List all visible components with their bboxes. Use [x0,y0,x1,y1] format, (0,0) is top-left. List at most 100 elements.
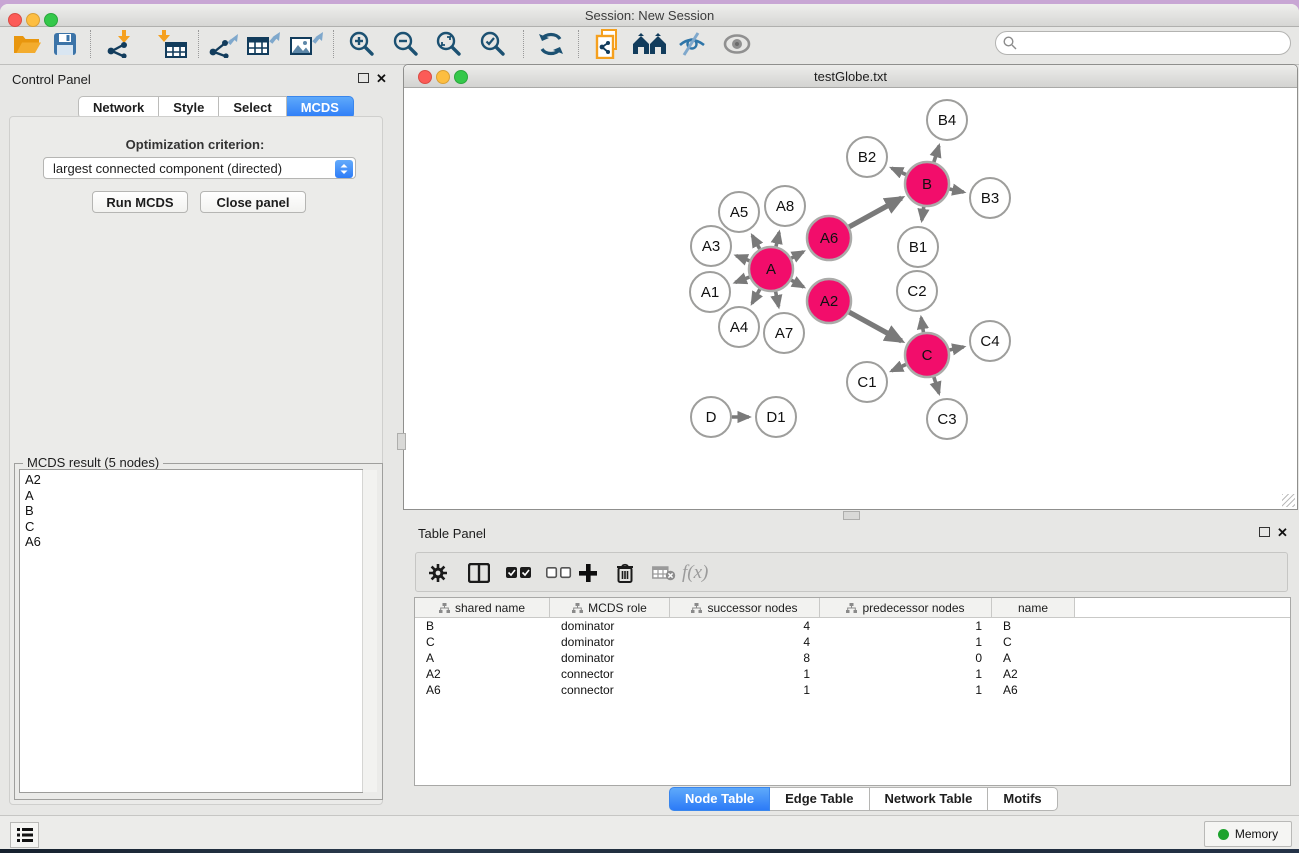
close-panel-button[interactable]: Close panel [200,191,306,213]
node-D[interactable]: D [691,397,731,437]
open-session-icon[interactable] [11,29,43,59]
export-image-icon[interactable] [288,29,326,59]
table-cell[interactable]: A2 [415,666,550,682]
result-item[interactable]: A [25,488,362,504]
edge-A-A4[interactable] [752,289,760,303]
table-cell[interactable]: 0 [820,650,992,666]
node-A7[interactable]: A7 [764,313,804,353]
apply-layout-icon[interactable] [535,29,567,59]
edge-B-B4[interactable] [934,146,939,162]
show-all-icon[interactable] [721,29,753,59]
node-C4[interactable]: C4 [970,321,1010,361]
control-panel-float-icon[interactable] [358,73,369,83]
zoom-out-icon[interactable] [390,29,422,59]
table-cell[interactable]: A2 [992,666,1075,682]
table-cell[interactable]: A6 [992,682,1075,698]
control-panel-close-icon[interactable]: ✕ [376,71,387,87]
node-A1[interactable]: A1 [690,272,730,312]
table-cell[interactable]: 1 [670,682,820,698]
network-window-titlebar[interactable]: testGlobe.txt [404,65,1297,88]
node-A2[interactable]: A2 [807,279,851,323]
table-cell[interactable]: connector [550,666,670,682]
table-cell[interactable]: C [992,634,1075,650]
edge-C-C4[interactable] [949,347,963,350]
criterion-dropdown[interactable]: largest connected component (directed) [43,157,356,179]
node-C2[interactable]: C2 [897,271,937,311]
save-session-icon[interactable] [49,29,81,59]
table-row[interactable]: A2connector11A2 [415,666,1290,682]
add-row-icon[interactable] [579,561,597,585]
node-A8[interactable]: A8 [765,186,805,226]
table-cell[interactable]: dominator [550,650,670,666]
tab-network-table[interactable]: Network Table [870,787,989,811]
node-C[interactable]: C [905,333,949,377]
network-graph-canvas[interactable]: B4B2BB3A8A5A6B1A3AC2A1A2A4A7C4CC1C3DD1 [404,87,1297,508]
table-cell[interactable]: 4 [670,634,820,650]
import-network-icon[interactable] [104,29,140,59]
function-builder-icon[interactable]: f(x) [682,561,708,585]
deselect-all-icon[interactable] [546,561,572,585]
edge-A-A6[interactable] [791,252,803,258]
horizontal-splitter-handle[interactable] [397,433,406,450]
table-cell[interactable]: 1 [820,666,992,682]
node-C1[interactable]: C1 [847,362,887,402]
edge-A-A2[interactable] [791,280,803,287]
edge-A-A1[interactable] [735,277,749,282]
table-cell[interactable]: 8 [670,650,820,666]
mcds-result-list[interactable]: A2ABCA6 [19,469,363,793]
table-cell[interactable]: A6 [415,682,550,698]
node-A[interactable]: A [749,247,793,291]
edge-C-C3[interactable] [934,377,939,393]
node-A4[interactable]: A4 [719,307,759,347]
table-cell[interactable]: C [415,634,550,650]
table-cell[interactable]: dominator [550,634,670,650]
search-input[interactable] [995,31,1291,55]
tab-edge-table[interactable]: Edge Table [770,787,869,811]
zoom-selected-icon[interactable] [477,29,509,59]
table-panel-float-icon[interactable] [1259,527,1270,537]
vertical-splitter-handle[interactable] [843,511,860,520]
result-item[interactable]: C [25,519,362,535]
table-row[interactable]: A6connector11A6 [415,682,1290,698]
node-table-header[interactable]: shared nameMCDS rolesuccessor nodesprede… [415,598,1290,618]
table-cell[interactable]: 1 [820,634,992,650]
node-A3[interactable]: A3 [691,226,731,266]
column-header-predecessor-nodes[interactable]: predecessor nodes [820,598,992,617]
clone-network-icon[interactable] [592,29,624,59]
table-row[interactable]: Bdominator41B [415,618,1290,634]
node-D1[interactable]: D1 [756,397,796,437]
edge-A2-C[interactable] [849,312,901,341]
table-cell[interactable]: dominator [550,618,670,634]
node-A6[interactable]: A6 [807,216,851,260]
export-table-icon[interactable] [245,29,283,59]
edge-C-C1[interactable] [892,364,906,370]
column-header-name[interactable]: name [992,598,1075,617]
node-table-body[interactable]: Bdominator41BCdominator41CAdominator80AA… [415,618,1290,698]
table-panel-close-icon[interactable]: ✕ [1277,525,1288,541]
table-cell[interactable]: 1 [820,682,992,698]
table-row[interactable]: Adominator80A [415,650,1290,666]
edge-B-B2[interactable] [892,168,906,174]
zoom-in-icon[interactable] [346,29,378,59]
node-C3[interactable]: C3 [927,399,967,439]
zoom-fit-icon[interactable] [433,29,465,59]
result-list-scrollbar[interactable] [362,470,377,792]
edge-A6-B[interactable] [849,198,901,227]
edge-A-A7[interactable] [776,292,779,307]
node-B2[interactable]: B2 [847,137,887,177]
result-item[interactable]: A2 [25,472,362,488]
first-neighbors-icon[interactable] [631,29,669,59]
table-cell[interactable]: B [415,618,550,634]
table-options-icon[interactable] [428,561,448,585]
column-header-shared-name[interactable]: shared name [415,598,550,617]
select-all-icon[interactable] [506,561,532,585]
window-resize-grip[interactable] [1282,494,1295,507]
import-table-icon[interactable] [154,29,190,59]
table-cell[interactable]: 1 [820,618,992,634]
table-cell[interactable]: A [415,650,550,666]
edge-A-A3[interactable] [736,256,749,261]
delete-row-icon[interactable] [616,561,634,585]
node-B1[interactable]: B1 [898,227,938,267]
edge-A-A5[interactable] [752,236,760,249]
table-row[interactable]: Cdominator41C [415,634,1290,650]
